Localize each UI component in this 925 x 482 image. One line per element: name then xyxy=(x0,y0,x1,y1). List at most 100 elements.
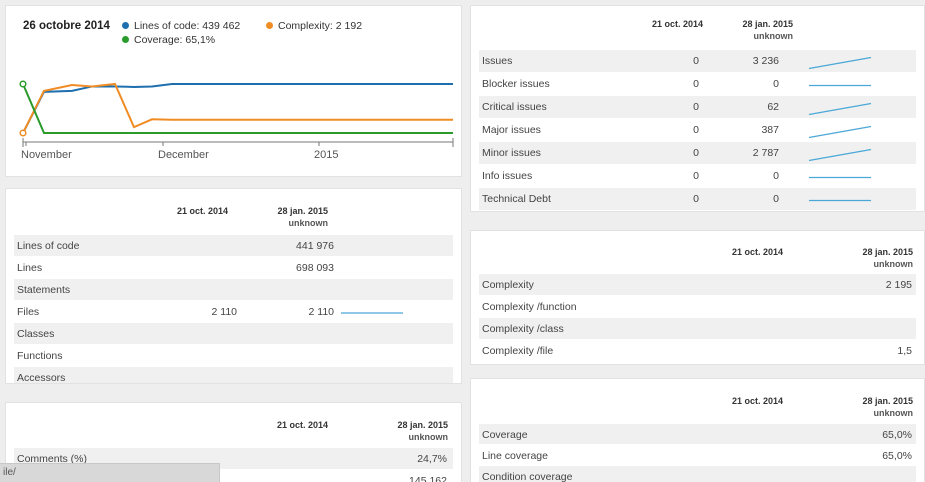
metric-name[interactable]: Lines xyxy=(17,262,42,274)
metric-value-current[interactable]: 2 195 xyxy=(832,279,912,291)
metric-name[interactable]: Major issues xyxy=(482,124,541,136)
metric-value-current[interactable]: 441 976 xyxy=(254,240,334,252)
metric-value-current[interactable]: 62 xyxy=(699,101,779,113)
comments-col1-header: 21 oct. 2014 xyxy=(266,419,328,431)
legend-coverage: Coverage: 65,1% xyxy=(122,34,215,46)
metric-name[interactable]: Complexity /file xyxy=(482,345,553,357)
metric-name[interactable]: Info issues xyxy=(482,170,532,182)
table-row: Accessors xyxy=(14,367,453,383)
issues-col1-header: 21 oct. 2014 xyxy=(641,18,703,30)
table-row: Complexity /function xyxy=(479,296,916,318)
trend-sparkline xyxy=(808,102,872,116)
legend-coverage-label: Coverage: 65,1% xyxy=(134,34,216,46)
metric-value-past: 0 xyxy=(693,78,699,90)
metric-name[interactable]: Complexity xyxy=(482,279,534,291)
complexity-col2-header: 28 jan. 2015 unknown xyxy=(849,246,913,270)
coverage-col2-label: 28 jan. 2015 xyxy=(862,396,913,406)
metric-value-current[interactable]: 3 236 xyxy=(699,55,779,67)
trend-sparkline xyxy=(808,125,872,139)
size-col2-sub: unknown xyxy=(288,218,329,228)
issues-col2-sub: unknown xyxy=(753,31,794,41)
series-line-coverage[interactable] xyxy=(22,83,453,134)
metric-value-current[interactable]: 2 787 xyxy=(699,147,779,159)
series-line-complexity[interactable] xyxy=(22,82,453,134)
x-axis-tick-label: December xyxy=(158,149,209,161)
complexity-col2-sub: unknown xyxy=(873,259,914,269)
metric-name[interactable]: Critical issues xyxy=(482,101,547,113)
sparkline-line xyxy=(808,148,872,162)
metric-value-current[interactable]: 24,7% xyxy=(367,453,447,465)
table-row: Functions xyxy=(14,345,453,367)
coverage-col2-sub: unknown xyxy=(873,408,914,418)
size-col2-label: 28 jan. 2015 xyxy=(277,206,328,216)
table-row: Complexity 2 195 xyxy=(479,274,916,296)
metric-value-current[interactable]: 65,0% xyxy=(832,429,912,441)
size-col2-header: 28 jan. 2015 unknown xyxy=(264,205,328,229)
browser-status-bar: ile/ xyxy=(0,463,220,482)
metric-name[interactable]: Technical Debt xyxy=(482,193,551,205)
metric-name[interactable]: Coverage xyxy=(482,429,528,441)
metric-name[interactable]: Accessors xyxy=(17,372,65,383)
size-col1-header: 21 oct. 2014 xyxy=(166,205,228,217)
metric-value-current[interactable]: 65,0% xyxy=(832,450,912,462)
metric-value-current[interactable]: 0 xyxy=(699,193,779,205)
metric-name[interactable]: Classes xyxy=(17,328,54,340)
metric-value-past: 0 xyxy=(693,55,699,67)
table-row: Line coverage 65,0% xyxy=(479,445,916,466)
table-row: Classes xyxy=(14,323,453,345)
trend-sparkline xyxy=(809,84,871,87)
series-start-marker xyxy=(19,129,27,137)
table-row: Issues 0 3 236 xyxy=(479,50,916,73)
metric-value-current[interactable]: 1,5 xyxy=(832,345,912,357)
table-row: Condition coverage xyxy=(479,466,916,482)
trend-sparkline xyxy=(808,148,872,162)
complexity-col1-label: 21 oct. 2014 xyxy=(731,247,783,257)
metric-name[interactable]: Issues xyxy=(482,55,512,67)
metric-value-past: 0 xyxy=(693,170,699,182)
metric-name[interactable]: Functions xyxy=(17,350,63,362)
table-row: Complexity /class xyxy=(479,318,916,340)
series-line-lines-of-code[interactable] xyxy=(22,83,453,134)
sparkline-line xyxy=(808,125,872,139)
metric-value-current[interactable]: 0 xyxy=(699,78,779,90)
metric-value-current[interactable]: 145 162 xyxy=(367,475,447,482)
issues-col2-header: 28 jan. 2015 unknown xyxy=(729,18,793,42)
metric-name[interactable]: Blocker issues xyxy=(482,78,550,90)
complexity-metrics-panel: 21 oct. 2014 28 jan. 2015 unknown Complex… xyxy=(470,230,925,365)
legend-complexity-label: Complexity: 2 192 xyxy=(278,20,363,32)
chart-date-title: 26 octobre 2014 xyxy=(23,20,110,32)
x-axis-tick-label: 2015 xyxy=(314,149,338,161)
table-row: Critical issues 0 62 xyxy=(479,96,916,119)
issues-metrics-panel: 21 oct. 2014 28 jan. 2015 unknown Issues 0… xyxy=(470,5,925,212)
metric-name[interactable]: Line coverage xyxy=(482,450,548,462)
table-row: Technical Debt 0 0 xyxy=(479,188,916,211)
status-url: ile/ xyxy=(3,467,16,478)
metric-name[interactable]: Files xyxy=(17,306,39,318)
metric-value-current[interactable]: 2 110 xyxy=(254,306,335,318)
metric-name[interactable]: Statements xyxy=(17,284,70,296)
comments-col2-header: 28 jan. 2015 unknown xyxy=(384,419,448,443)
metric-name[interactable]: Minor issues xyxy=(482,147,541,159)
metric-value-past: 0 xyxy=(693,193,699,205)
x-axis-tick-label: November xyxy=(21,149,72,161)
metric-name[interactable]: Complexity /class xyxy=(482,323,564,335)
coverage-col1-header: 21 oct. 2014 xyxy=(721,395,783,407)
size-col1-label: 21 oct. 2014 xyxy=(176,206,228,216)
comments-col2-label: 28 jan. 2015 xyxy=(397,420,448,430)
legend-complexity-dot xyxy=(266,22,273,29)
metric-value-past: 2 110 xyxy=(211,306,238,318)
sparkline-line xyxy=(808,56,872,70)
metric-name[interactable]: Complexity /function xyxy=(482,301,577,313)
metric-value-current[interactable]: 698 093 xyxy=(254,262,334,274)
table-row: Coverage 65,0% xyxy=(479,424,916,445)
metric-value-past: 0 xyxy=(693,147,699,159)
table-row: Files 2 110 2 110 xyxy=(14,301,453,323)
trend-sparkline xyxy=(809,176,871,179)
metric-value-past: 0 xyxy=(693,124,699,136)
metric-name[interactable]: Condition coverage xyxy=(482,471,572,482)
metric-value-current[interactable]: 0 xyxy=(699,170,779,182)
metric-name[interactable]: Lines of code xyxy=(17,240,79,252)
table-row: Statements xyxy=(14,279,453,301)
sparkline-line xyxy=(808,102,872,116)
metric-value-current[interactable]: 387 xyxy=(699,124,779,136)
